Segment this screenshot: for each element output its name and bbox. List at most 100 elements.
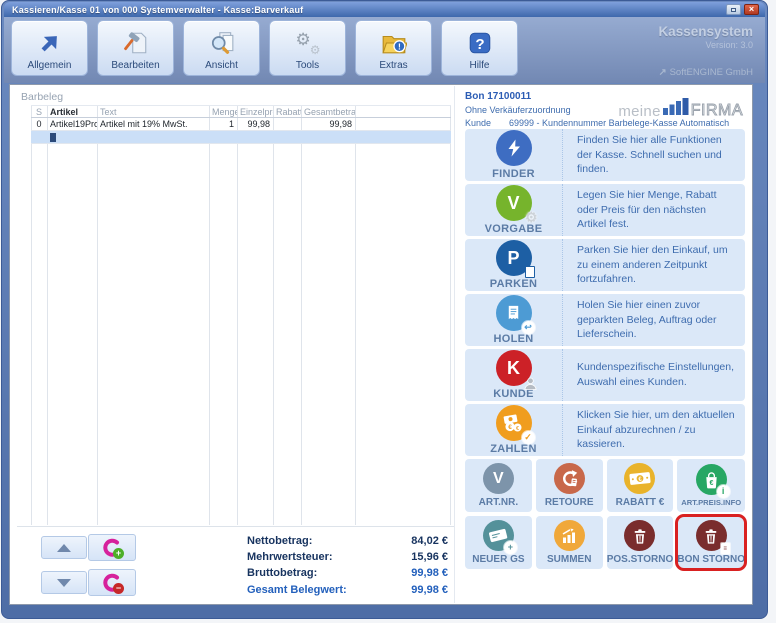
magnifier-documents-icon [209,26,235,60]
zahlen-icon: € € ✓ [495,405,535,444]
feature-description: Holen Sie hier einen zuvor geparkten Bel… [577,298,717,341]
summen-button[interactable]: SUMMEN [535,516,603,569]
holen-button[interactable]: ↩ HOLEN Holen Sie hier einen zuvor gepar… [465,294,745,346]
total-belegwert: Gesamt Belegwert: 99,98 € [247,583,448,596]
holen-icon: ↩ [495,295,535,334]
toolbar-label: Allgemein [27,60,72,71]
retoure-icon [553,463,585,494]
toolbar-label: Hilfe [469,60,490,71]
svg-text:€: € [516,425,519,431]
toolbar-button-bearbeiten[interactable]: Bearbeiten [97,20,174,76]
logo-bars-icon [662,98,689,120]
artpreisinfo-button[interactable]: € i ART.PREIS.INFO [677,459,745,512]
artpreisinfo-icon: € i [695,464,730,498]
col-text[interactable]: Text [97,107,209,117]
totals-block: Nettobetrag: 84,02 € Mehrwertsteuer: 15,… [247,533,448,598]
scroll-up-button[interactable] [41,536,87,559]
receipt-table[interactable]: S Artikel Text Menge Einzelpreis Rabatt … [31,105,451,525]
toolbar-label: Bearbeiten [111,60,160,71]
parken-icon: P [495,240,535,278]
total-brutto: Bruttobetrag: 99,98 € [247,567,448,580]
info-icon: i [716,485,730,498]
toolbar-button-allgemein[interactable]: Allgemein [11,20,88,76]
company-logo: meine FIRMA [618,98,743,120]
toolbar-button-tools[interactable]: ⚙ ⚙ Tools [269,20,346,76]
up-arrow-icon [57,543,71,552]
rabatt-button[interactable]: € RABATT € [606,459,674,512]
maximize-icon [731,7,736,12]
zoom-in-icon: + [101,538,124,559]
feature-label: PARKEN [489,278,538,290]
col-rabatt[interactable]: Rabatt [273,107,301,117]
svg-text:?: ? [475,36,484,53]
neuergs-button[interactable]: + NEUER GS [465,516,532,569]
zahlen-button[interactable]: € € ✓ ZAHLEN Klicken Sie hier, um den ak… [465,404,745,456]
svg-text:€: € [709,479,713,487]
font-decrease-button[interactable]: − [88,569,136,596]
finder-icon [495,130,532,166]
table-row[interactable]: 0 Artikel19Prozer Artikel mit 19% MwSt. … [31,118,451,131]
table-row-selected[interactable] [31,131,451,144]
product-name: Kassensystem [658,24,753,39]
pos-storno-trash-icon [624,520,656,551]
close-button[interactable]: × [744,4,759,15]
total-mwst: Mehrwertsteuer: 15,96 € [247,551,448,564]
posstorno-button[interactable]: POS.STORNO [606,516,674,569]
down-arrow-icon [57,578,71,587]
svg-text:€: € [508,424,512,431]
maximize-button[interactable] [726,4,741,15]
font-increase-button[interactable]: + [88,534,136,561]
feature-label: FINDER [492,168,535,180]
scroll-down-button[interactable] [41,571,87,594]
col-gesamtbetrag[interactable]: Gesamtbetrag [301,107,355,117]
toolbar-label: Tools [295,60,320,71]
actions-panel: Bon 17100011 Ohne Verkäuferzuordnung Kun… [457,86,751,603]
receipt-panel-title: Barbeleg [21,91,64,103]
bon-header: Bon 17100011 Ohne Verkäuferzuordnung Kun… [465,91,745,129]
hammer-document-icon [123,26,149,60]
parken-button[interactable]: P PARKEN Parken Sie hier den Einkauf, um… [465,239,745,291]
retoure-button[interactable]: RETOURE [535,459,603,512]
neuer-gs-icon: + [482,520,517,554]
customer-label: Kunde [465,118,492,128]
svg-text:!: ! [397,42,400,52]
text-caret [50,133,56,142]
toolbar-button-extras[interactable]: ! Extras [355,20,432,76]
window-controls: × [726,4,759,15]
rabatt-icon: € [624,463,656,494]
action-grid: V ART.NR. RETOURE € RABATT € € i ART.PRE… [465,459,747,571]
toolbar-label: Ansicht [205,60,238,71]
panel-separator [17,526,454,527]
toolbar-label: Extras [379,60,408,71]
vorgabe-button[interactable]: V ⚙ VORGABE Legen Sie hier Menge, Rabatt… [465,184,745,236]
bon-storno-trash-icon: ≡ [695,520,730,554]
company-name: SoftENGINE GmbH [669,67,753,78]
bonstorno-button[interactable]: ≡ BON STORNO [675,514,747,571]
col-einzelpreis[interactable]: Einzelpreis [237,107,273,117]
retrieve-arrow-icon: ↩ [521,321,535,334]
toolbar-button-hilfe[interactable]: ? Hilfe [441,20,518,76]
window-title: Kassieren/Kasse 01 von 000 Systemverwalt… [12,4,304,15]
feature-description: Legen Sie hier Menge, Rabatt oder Preis … [577,188,717,231]
finder-button[interactable]: FINDER Finden Sie hier alle Funktionen d… [465,129,745,181]
col-artikel[interactable]: Artikel [47,107,97,117]
feature-label: ZAHLEN [490,443,537,455]
screen: Kassieren/Kasse 01 von 000 Systemverwalt… [0,0,776,623]
col-menge[interactable]: Menge [209,107,237,117]
kunde-icon: K [495,350,536,390]
company-link[interactable]: ↗ SoftENGINE GmbH [659,67,753,78]
product-version: Version: 3.0 [705,40,753,50]
brand: Kassensystem Version: 3.0 [658,24,753,50]
check-icon: ✓ [521,431,535,444]
kunde-button[interactable]: K KUNDE Kundenspezifische Einstellungen,… [465,349,745,401]
content-area: Barbeleg S Artikel Text Menge Einzelprei… [9,84,753,605]
document-icon [524,266,535,278]
arrow-ne-icon [37,26,63,60]
plus-icon: + [503,541,517,554]
artnr-button[interactable]: V ART.NR. [465,459,532,512]
feature-description: Klicken Sie hier, um den aktuellen Einka… [577,408,735,451]
toolbar-button-ansicht[interactable]: Ansicht [183,20,260,76]
title-bar[interactable]: Kassieren/Kasse 01 von 000 Systemverwalt… [4,2,765,17]
feature-description: Parken Sie hier den Einkauf, um zu einem… [577,243,728,286]
feature-label: HOLEN [493,333,534,345]
